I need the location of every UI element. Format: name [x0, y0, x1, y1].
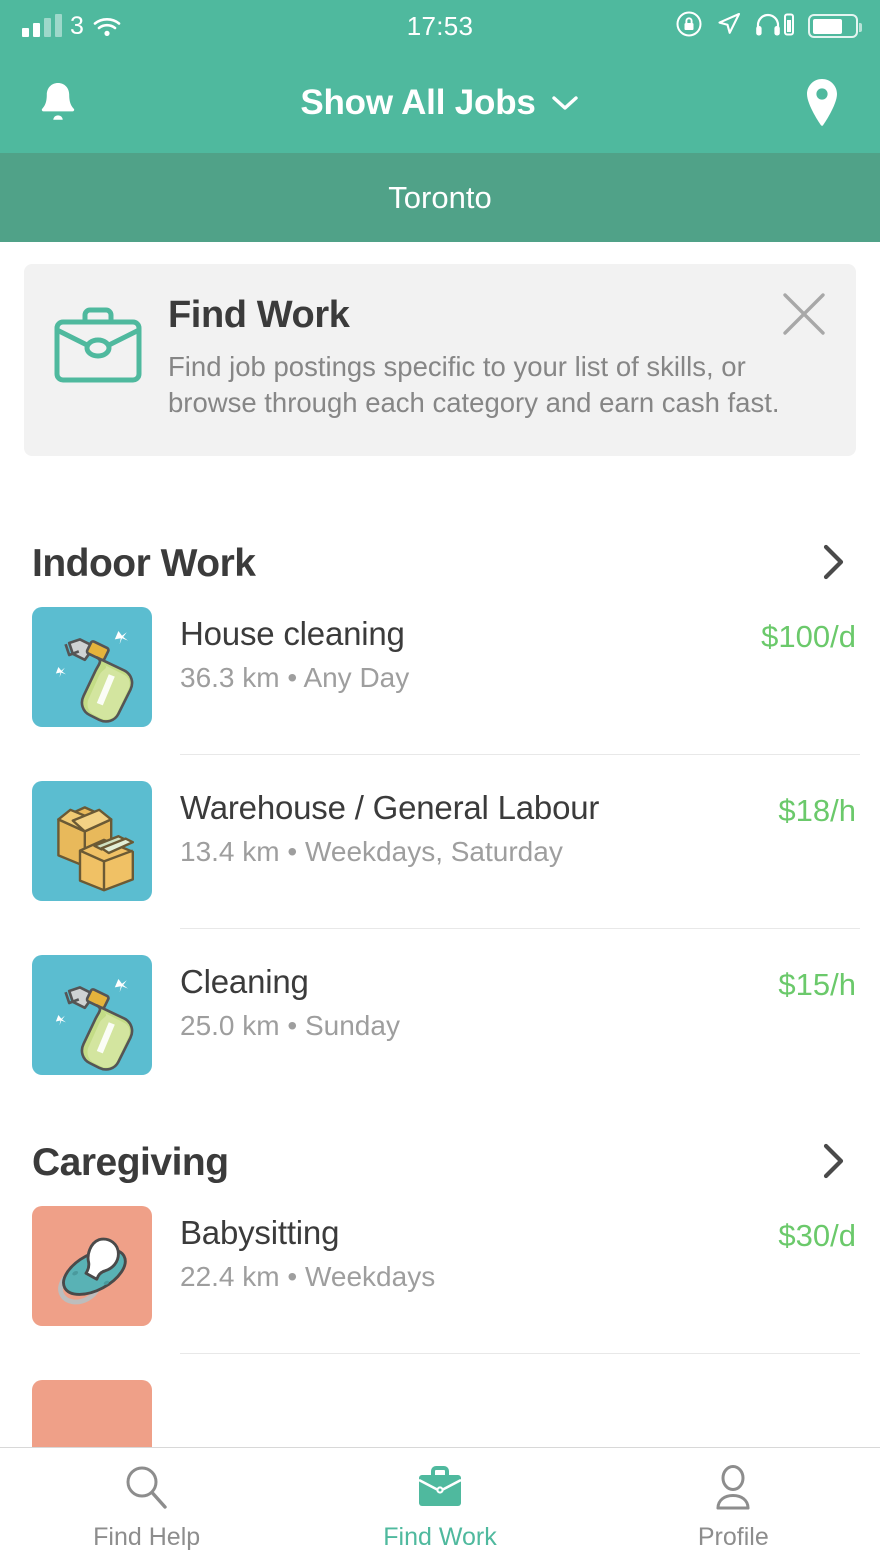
find-work-promo-card: Find Work Find job postings specific to …	[24, 264, 856, 456]
tab-label: Find Help	[93, 1523, 201, 1551]
spray-bottle-icon	[55, 630, 134, 723]
job-meta-separator: •	[287, 661, 298, 693]
job-meta-separator: •	[287, 835, 298, 867]
job-meta: 22.4 km • Weekdays	[180, 1261, 435, 1293]
job-text-block: Cleaning 25.0 km • Sunday	[180, 963, 400, 1042]
job-meta: 25.0 km • Sunday	[180, 1010, 400, 1042]
pacifier-icon	[58, 1237, 127, 1304]
job-price: $18/h	[778, 792, 856, 828]
job-availability: Any Day	[303, 661, 410, 693]
job-row-main: Cleaning 25.0 km • Sunday $15/h	[180, 955, 856, 1042]
job-distance: 36.3 km	[180, 661, 280, 693]
search-icon	[121, 1461, 173, 1515]
tab-label: Profile	[697, 1523, 769, 1551]
job-row-main: Warehouse / General Labour 13.4 km • Wee…	[180, 781, 856, 868]
briefcase-icon	[414, 1461, 466, 1515]
job-row[interactable]: Warehouse / General Labour 13.4 km • Wee…	[0, 780, 880, 901]
main-content: Find Work Find job postings specific to …	[0, 264, 880, 1500]
clock: 17:53	[406, 10, 474, 41]
chevron-right-icon[interactable]	[816, 1139, 850, 1188]
job-thumbnail	[32, 954, 152, 1075]
job-distance: 22.4 km	[180, 1260, 280, 1292]
job-title: Babysitting	[180, 1213, 340, 1251]
job-meta-separator: •	[287, 1009, 298, 1041]
location-city-label: Toronto	[388, 179, 492, 215]
job-availability: Weekdays	[304, 1260, 436, 1292]
section-title: Indoor Work	[32, 542, 256, 586]
job-meta: 36.3 km • Any Day	[180, 662, 409, 694]
chevron-right-icon[interactable]	[816, 540, 850, 589]
job-meta-separator: •	[287, 1260, 298, 1292]
promo-title: Find Work	[168, 294, 350, 336]
job-price: $100/d	[761, 618, 856, 654]
bottom-tab-bar: Find Help Find Work Profile	[0, 1447, 880, 1565]
job-price: $30/d	[778, 1217, 856, 1253]
app-header: Show All Jobs	[0, 52, 880, 153]
row-divider	[180, 927, 860, 929]
job-distance: 13.4 km	[180, 835, 280, 867]
tab-label: Find Work	[383, 1523, 497, 1551]
bell-icon[interactable]	[30, 79, 86, 127]
person-icon	[707, 1461, 759, 1515]
job-availability: Weekdays, Saturday	[304, 835, 563, 867]
job-title: House cleaning	[180, 614, 405, 652]
job-distance: 25.0 km	[180, 1009, 280, 1041]
row-divider	[180, 1352, 860, 1354]
section-header-caregiving[interactable]: Caregiving	[0, 1139, 880, 1188]
section-header-indoor-work[interactable]: Indoor Work	[0, 540, 880, 589]
job-row[interactable]: Babysitting 22.4 km • Weekdays $30/d	[0, 1205, 880, 1326]
job-text-block: Babysitting 22.4 km • Weekdays	[180, 1214, 435, 1293]
briefcase-icon	[52, 294, 144, 422]
job-row[interactable]: Cleaning 25.0 km • Sunday $15/h	[0, 954, 880, 1075]
job-thumbnail	[32, 606, 152, 727]
section-title: Caregiving	[32, 1141, 229, 1185]
chevron-down-icon	[551, 95, 578, 110]
battery-icon	[808, 14, 862, 38]
job-text-block: House cleaning 36.3 km • Any Day	[180, 615, 409, 694]
job-price: $15/h	[778, 966, 856, 1002]
tab-find-help[interactable]: Find Help	[0, 1448, 293, 1565]
map-pin-icon[interactable]	[794, 77, 850, 129]
nav-title-label: Show All Jobs	[300, 82, 536, 122]
tab-find-work[interactable]: Find Work	[293, 1448, 586, 1565]
job-title: Warehouse / General Labour	[180, 788, 600, 826]
job-text-block: Warehouse / General Labour 13.4 km • Wee…	[180, 789, 599, 868]
job-row-main: Babysitting 22.4 km • Weekdays $30/d	[180, 1206, 856, 1293]
cardboard-boxes-icon	[57, 805, 134, 891]
status-bar: 3 17:53	[0, 0, 880, 52]
job-meta: 13.4 km • Weekdays, Saturday	[180, 836, 599, 868]
location-bar[interactable]: Toronto	[0, 153, 880, 242]
tab-profile[interactable]: Profile	[587, 1448, 880, 1565]
job-thumbnail	[32, 1205, 152, 1326]
job-thumbnail	[32, 780, 152, 901]
job-title: Cleaning	[180, 962, 309, 1000]
nav-title[interactable]: Show All Jobs	[300, 83, 579, 123]
job-availability: Sunday	[304, 1009, 400, 1041]
close-icon[interactable]	[776, 286, 832, 342]
job-row[interactable]: House cleaning 36.3 km • Any Day $100/d	[0, 606, 880, 727]
row-divider	[180, 753, 860, 755]
job-row-main: House cleaning 36.3 km • Any Day $100/d	[180, 607, 856, 694]
spray-bottle-icon	[55, 978, 134, 1071]
promo-description: Find job postings specific to your list …	[168, 351, 780, 419]
promo-body: Find Work Find job postings specific to …	[168, 294, 828, 422]
